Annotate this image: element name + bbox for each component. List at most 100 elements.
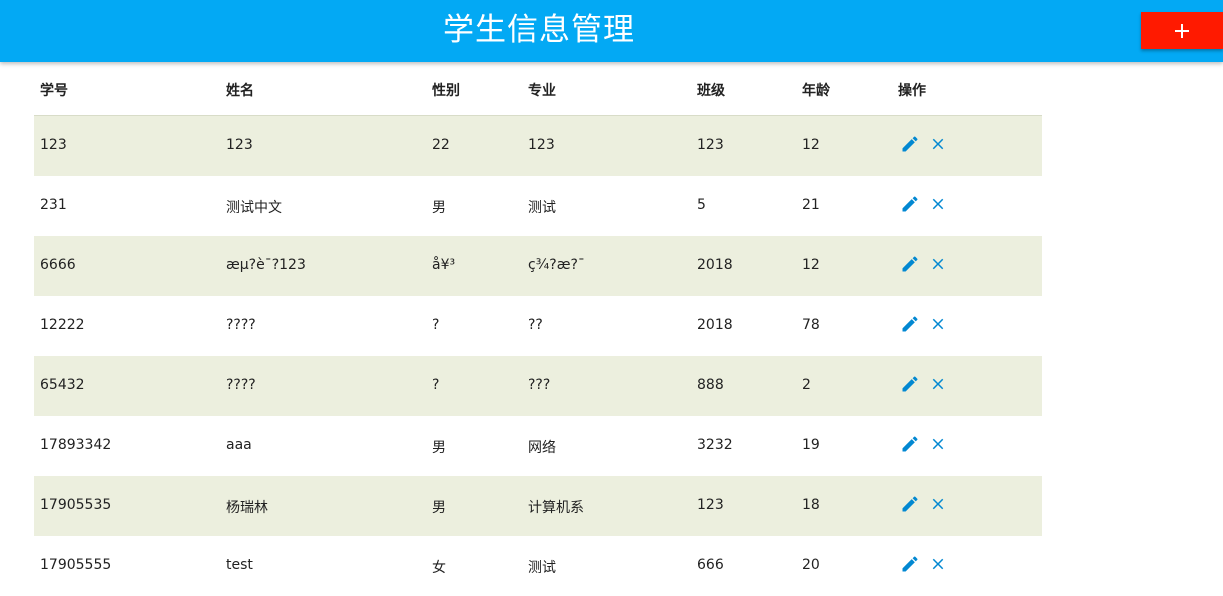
cell-name: 测试中文: [226, 200, 282, 216]
cell-class: 123: [697, 137, 724, 153]
cell-major: 测试: [528, 200, 556, 216]
cell-name: 123: [226, 137, 253, 153]
cell-gender: 男: [432, 200, 446, 216]
row-actions: [900, 254, 948, 274]
plus-icon: [1175, 23, 1189, 38]
cell-gender: 男: [432, 440, 446, 456]
column-header-actions: 操作: [898, 83, 926, 99]
table-row: 231 测试中文 男 测试 5 21: [34, 176, 1042, 236]
cell-major: 测试: [528, 560, 556, 576]
row-actions: [900, 554, 948, 574]
edit-button[interactable]: [900, 194, 920, 214]
table-body: 123 123 22 123 123 12 231 测试中文男测试 5 21 6666 æµ?è¯?1…: [34, 116, 1042, 596]
cell-gender: 男: [432, 500, 446, 516]
cell-age: 78: [802, 317, 820, 333]
cell-class: 666: [697, 557, 724, 573]
cell-student-id: 12222: [40, 317, 85, 333]
edit-button[interactable]: [900, 314, 920, 334]
column-header-age: 年龄: [802, 83, 830, 99]
cell-name: ????: [226, 317, 256, 333]
column-header-student-id: 学号: [40, 83, 68, 99]
add-student-button[interactable]: [1141, 12, 1223, 49]
delete-button[interactable]: [928, 434, 948, 454]
cell-student-id: 123: [40, 137, 67, 153]
edit-button[interactable]: [900, 254, 920, 274]
cell-gender: 女: [432, 560, 446, 576]
delete-button[interactable]: [928, 314, 948, 334]
cell-gender: ?: [432, 377, 440, 393]
delete-button[interactable]: [928, 134, 948, 154]
cell-age: 12: [802, 137, 820, 153]
pencil-icon: [902, 136, 918, 152]
app-header: 学生信息管理: [0, 0, 1223, 62]
close-icon: [932, 498, 944, 510]
row-actions: [900, 494, 948, 514]
close-icon: [932, 198, 944, 210]
row-actions: [900, 374, 948, 394]
edit-button[interactable]: [900, 134, 920, 154]
pencil-icon: [902, 196, 918, 212]
pencil-icon: [902, 556, 918, 572]
page-title: 学生信息管理: [443, 12, 635, 48]
close-icon: [932, 378, 944, 390]
column-header-gender: 性别: [432, 83, 460, 99]
cell-student-id: 6666: [40, 257, 76, 273]
delete-button[interactable]: [928, 494, 948, 514]
cell-gender: ?: [432, 317, 440, 333]
delete-button[interactable]: [928, 554, 948, 574]
edit-button[interactable]: [900, 494, 920, 514]
cell-major: ç¾?æ?¯: [528, 257, 585, 273]
cell-student-id: 17905535: [40, 497, 112, 513]
cell-age: 19: [802, 437, 820, 453]
cell-name: test: [226, 557, 253, 573]
close-icon: [932, 258, 944, 270]
pencil-icon: [902, 436, 918, 452]
edit-button[interactable]: [900, 374, 920, 394]
pencil-icon: [902, 376, 918, 392]
cell-class: 2018: [697, 257, 733, 273]
delete-button[interactable]: [928, 194, 948, 214]
edit-button[interactable]: [900, 434, 920, 454]
cell-student-id: 17905555: [40, 557, 112, 573]
close-icon: [932, 138, 944, 150]
cell-age: 18: [802, 497, 820, 513]
cell-name: aaa: [226, 437, 252, 453]
cell-major: 网络: [528, 440, 556, 456]
table-row: 17905535 杨瑞林 男 计算机系 123 18: [34, 476, 1042, 536]
cell-class: 2018: [697, 317, 733, 333]
cell-gender: å¥³: [432, 257, 456, 273]
cell-student-id: 65432: [40, 377, 85, 393]
cell-major: 计算机系: [528, 500, 584, 516]
cell-major: ???: [528, 377, 551, 393]
close-icon: [932, 318, 944, 330]
row-actions: [900, 194, 948, 214]
close-icon: [932, 558, 944, 570]
table-row: 17893342 aaa 男 网络 3232 19: [34, 416, 1042, 476]
table-row: 12222??????? 2018 78: [34, 296, 1042, 356]
cell-class: 3232: [697, 437, 733, 453]
table-row: 6666 æµ?è¯?123 å¥³ ç¾?æ?¯ 2018 12: [34, 236, 1042, 296]
table-header: 学号 姓名 性别 专业 班级 年龄 操作: [34, 62, 1042, 116]
cell-name: ????: [226, 377, 256, 393]
cell-name: 杨瑞林: [226, 500, 268, 516]
row-actions: [900, 134, 948, 154]
delete-button[interactable]: [928, 254, 948, 274]
cell-age: 21: [802, 197, 820, 213]
cell-gender: 22: [432, 137, 450, 153]
column-header-name: 姓名: [226, 83, 254, 99]
cell-name: æµ?è¯?123: [226, 257, 306, 273]
student-table: 学号 姓名 性别 专业 班级 年龄 操作 123 123 22 123 123 12 231…: [34, 62, 1042, 596]
edit-button[interactable]: [900, 554, 920, 574]
cell-age: 12: [802, 257, 820, 273]
pencil-icon: [902, 256, 918, 272]
close-icon: [932, 438, 944, 450]
cell-class: 888: [697, 377, 724, 393]
cell-student-id: 17893342: [40, 437, 112, 453]
pencil-icon: [902, 316, 918, 332]
cell-class: 123: [697, 497, 724, 513]
delete-button[interactable]: [928, 374, 948, 394]
column-header-class: 班级: [697, 83, 725, 99]
column-header-major: 专业: [528, 83, 556, 99]
row-actions: [900, 434, 948, 454]
table-row: 123 123 22 123 123 12: [34, 116, 1042, 176]
